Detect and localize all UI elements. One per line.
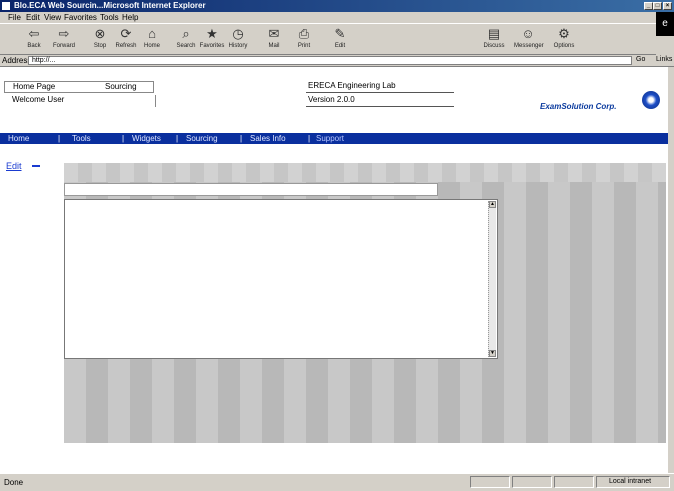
page-content: Home Page Sourcing Welcome User ERECA En…	[0, 67, 668, 473]
messenger-button[interactable]: ☺ Messenger	[514, 26, 544, 54]
refresh-icon: ⟳	[120, 26, 132, 41]
stop-icon: ⊗	[94, 26, 106, 41]
favorites-button[interactable]: ★ Favorites	[198, 26, 226, 54]
sidebar-edit-link[interactable]: Edit	[6, 161, 22, 171]
address-label: Address	[2, 56, 32, 65]
ie-app-icon	[2, 2, 10, 10]
scroll-up-arrow-icon[interactable]: ▲	[489, 201, 496, 208]
status-text: Done	[4, 478, 24, 487]
company-logo-icon	[642, 91, 660, 109]
edit-icon: ✎	[334, 26, 346, 41]
favorites-icon: ★	[206, 26, 218, 41]
support-form-panel: ▲ ▼	[64, 163, 666, 443]
header-right-row1: ERECA Engineering Lab	[308, 81, 396, 90]
home-icon: ⌂	[148, 26, 156, 41]
menu-edit[interactable]: Edit	[26, 13, 40, 22]
status-cell	[512, 476, 552, 488]
sidebar-dash-icon	[32, 165, 40, 167]
window-title: Blo.ECA Web Sourcin...Microsoft Internet…	[14, 1, 206, 10]
mail-button[interactable]: ✉ Mail	[260, 26, 288, 54]
refresh-button[interactable]: ⟳ Refresh	[112, 26, 140, 54]
mail-icon: ✉	[268, 26, 280, 41]
header-home-label: Home Page	[13, 82, 56, 91]
browser-toolbar: ⇦ Back ⇨ Forward ⊗ Stop ⟳ Refresh ⌂ Home ⌕ Sea…	[0, 23, 656, 55]
status-cell	[470, 476, 510, 488]
forward-arrow-icon: ⇨	[58, 26, 70, 41]
search-icon: ⌕	[182, 26, 190, 41]
nav-item-sales-info[interactable]: Sales Info	[250, 133, 286, 144]
nav-separator: |	[176, 134, 179, 143]
header-divider	[306, 106, 454, 107]
print-button[interactable]: ⎙ Print	[290, 26, 318, 54]
history-button[interactable]: ◷ History	[224, 26, 252, 54]
nav-item-home[interactable]: Home	[8, 133, 29, 144]
discuss-icon: ▤	[487, 26, 501, 41]
nav-separator: |	[240, 134, 243, 143]
address-bar: Address http://... Go Links	[0, 55, 674, 67]
header-left-row2: Welcome User	[4, 95, 156, 107]
discuss-button[interactable]: ▤ Discuss	[480, 26, 508, 54]
textarea-scrollbar[interactable]: ▲ ▼	[488, 201, 496, 357]
back-arrow-icon: ⇦	[28, 26, 40, 41]
menu-help[interactable]: Help	[122, 13, 138, 22]
maximize-button[interactable]: □	[653, 2, 662, 10]
panel-header	[64, 163, 666, 182]
options-icon: ⚙	[558, 26, 570, 41]
scroll-down-arrow-icon[interactable]: ▼	[489, 350, 496, 357]
menu-bar: File Edit View Favorites Tools Help	[0, 12, 674, 23]
nav-item-sourcing[interactable]: Sourcing	[186, 133, 218, 144]
go-button[interactable]: Go	[636, 56, 645, 63]
status-cell	[554, 476, 594, 488]
subject-input[interactable]	[64, 183, 438, 196]
forward-button[interactable]: ⇨ Forward	[50, 26, 78, 54]
options-button[interactable]: ⚙ Options	[550, 26, 578, 54]
page-vertical-scrollbar[interactable]	[668, 67, 674, 473]
menu-view[interactable]: View	[44, 13, 61, 22]
header-section-tag: Sourcing	[105, 82, 137, 91]
nav-item-tools[interactable]: Tools	[72, 133, 91, 144]
nav-separator: |	[58, 134, 61, 143]
search-button[interactable]: ⌕ Search	[172, 26, 200, 54]
nav-item-support[interactable]: Support	[316, 133, 344, 144]
nav-bar: Home | Tools | Widgets | Sourcing | Sale…	[0, 133, 668, 144]
address-input[interactable]: http://...	[28, 56, 632, 65]
header-right-row2: Version 2.0.0	[308, 95, 355, 104]
stop-button[interactable]: ⊗ Stop	[86, 26, 114, 54]
menu-tools[interactable]: Tools	[100, 13, 119, 22]
header-divider	[306, 92, 454, 93]
message-textarea[interactable]: ▲ ▼	[64, 199, 498, 359]
minimize-button[interactable]: _	[644, 2, 653, 10]
history-icon: ◷	[232, 26, 244, 41]
window-titlebar: Blo.ECA Web Sourcin...Microsoft Internet…	[0, 0, 674, 12]
security-zone-label: Local intranet	[596, 476, 670, 488]
links-button[interactable]: Links	[656, 56, 672, 63]
status-bar: Done Local intranet	[0, 473, 674, 491]
menu-favorites[interactable]: Favorites	[64, 13, 97, 22]
nav-separator: |	[122, 134, 125, 143]
print-icon: ⎙	[298, 26, 310, 41]
home-button[interactable]: ⌂ Home	[138, 26, 166, 54]
edit-page-button[interactable]: ✎ Edit	[326, 26, 354, 54]
messenger-icon: ☺	[521, 26, 535, 41]
close-button[interactable]: ×	[663, 2, 672, 10]
header-left-row1: Home Page Sourcing	[4, 81, 154, 93]
ie-throbber-logo-icon: e	[656, 12, 674, 36]
nav-separator: |	[308, 134, 311, 143]
back-button[interactable]: ⇦ Back	[20, 26, 48, 54]
nav-item-widgets[interactable]: Widgets	[132, 133, 161, 144]
menu-file[interactable]: File	[8, 13, 21, 22]
company-logo-text: ExamSolution Corp.	[540, 102, 617, 111]
